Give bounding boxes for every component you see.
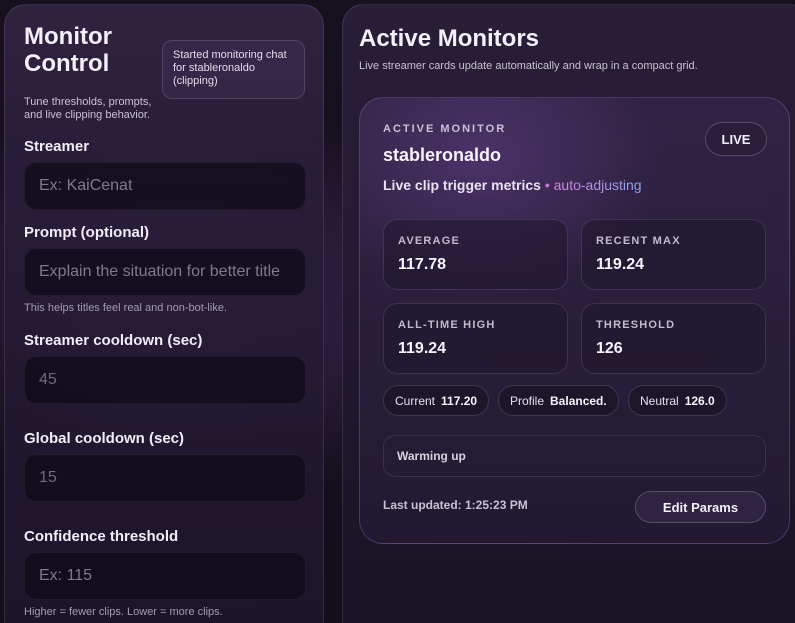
stat-threshold: THRESHOLD 126 — [581, 303, 766, 374]
prompt-input[interactable]: Explain the situation for better title — [24, 248, 306, 296]
chip-key: Current — [395, 393, 436, 408]
metrics-caption: Live clip trigger metrics • auto-adjusti… — [383, 177, 642, 193]
streamer-input[interactable]: Ex: KaiCenat — [24, 162, 306, 210]
edit-params-button[interactable]: Edit Params — [635, 491, 766, 523]
chip-key: Neutral — [640, 393, 679, 408]
last-updated: Last updated: 1:25:23 PM — [383, 498, 528, 512]
prompt-label: Prompt (optional) — [24, 224, 149, 241]
streamer-name: stableronaldo — [383, 145, 502, 165]
metrics-caption-text: Live clip trigger metrics — [383, 177, 541, 193]
monitors-title: Active Monitors — [359, 25, 540, 52]
monitors-subtitle: Live streamer cards update automatically… — [359, 60, 698, 72]
monitor-control-panel: Monitor Control Tune thresholds, prompts… — [4, 4, 324, 623]
mode-label: auto-adjusting — [553, 177, 642, 193]
prompt-hint: This helps titles feel real and non-bot-… — [24, 302, 227, 314]
status-toast: Started monitoring chat for stableronald… — [162, 40, 305, 99]
streamer-cooldown-input[interactable]: 45 — [24, 356, 306, 404]
stat-value: 119.24 — [596, 256, 645, 273]
stat-value: 117.78 — [398, 256, 447, 273]
stat-label: THRESHOLD — [596, 319, 676, 331]
global-cooldown-label: Global cooldown (sec) — [24, 430, 185, 447]
control-title: Monitor Control — [24, 23, 112, 77]
stat-average: AVERAGE 117.78 — [383, 219, 568, 290]
stat-recent-max: RECENT MAX 119.24 — [581, 219, 766, 290]
global-cooldown-input[interactable]: 15 — [24, 454, 306, 502]
stat-label: RECENT MAX — [596, 235, 681, 247]
chip-current: Current 117.20 — [383, 385, 490, 416]
streamer-cooldown-label: Streamer cooldown (sec) — [24, 332, 203, 349]
streamer-label: Streamer — [24, 138, 90, 155]
confidence-hint: Higher = fewer clips. Lower = more clips… — [24, 606, 223, 618]
stat-label: AVERAGE — [398, 235, 460, 247]
confidence-threshold-label: Confidence threshold — [24, 528, 179, 545]
chip-value: 117.20 — [441, 393, 478, 408]
separator-dot: • — [544, 177, 550, 193]
status-box: Warming up — [383, 435, 766, 477]
live-badge: LIVE — [705, 122, 767, 156]
active-monitors-panel: Active Monitors Live streamer cards upda… — [342, 4, 795, 623]
chip-neutral: Neutral 126.0 — [628, 385, 727, 416]
chip-key: Profile — [510, 393, 545, 408]
app-root: Monitor Control Tune thresholds, prompts… — [0, 0, 795, 623]
stat-all-time-high: ALL-TIME HIGH 119.24 — [383, 303, 568, 374]
chip-value: 126.0 — [684, 393, 715, 408]
stat-label: ALL-TIME HIGH — [398, 319, 496, 331]
confidence-threshold-input[interactable]: Ex: 115 — [24, 552, 306, 600]
card-eyebrow: ACTIVE MONITOR — [383, 123, 507, 135]
chip-value: Balanced. — [550, 393, 607, 408]
control-subtitle: Tune thresholds, prompts, and live clipp… — [24, 96, 152, 121]
stat-value: 119.24 — [398, 340, 447, 357]
control-header: Monitor Control Tune thresholds, prompts… — [23, 23, 305, 143]
monitor-card: ACTIVE MONITOR stableronaldo LIVE Live c… — [359, 97, 790, 544]
chip-profile: Profile Balanced. — [498, 385, 619, 416]
stat-value: 126 — [596, 340, 623, 357]
